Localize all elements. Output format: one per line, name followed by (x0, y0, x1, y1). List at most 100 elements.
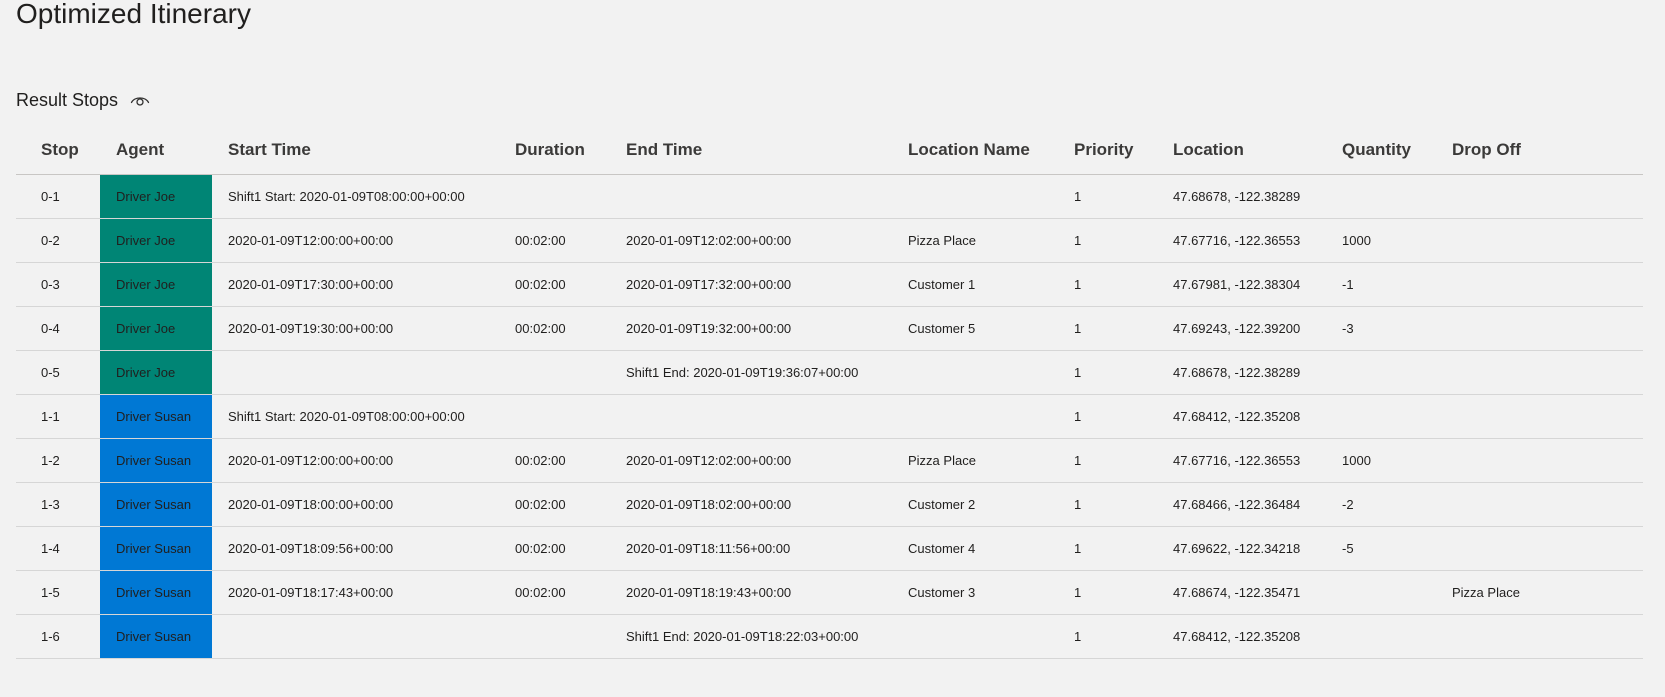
cell-duration: 00:02:00 (499, 218, 610, 263)
column-header-priority[interactable]: Priority (1058, 126, 1157, 175)
cell-drop-off (1436, 262, 1643, 307)
cell-stop: 1-4 (16, 526, 100, 571)
cell-location: 47.67716, -122.36553 (1157, 218, 1326, 263)
cell-stop: 1-5 (16, 570, 100, 615)
cell-location: 47.68412, -122.35208 (1157, 614, 1326, 659)
table-row[interactable]: 1-3 Driver Susan 2020-01-09T18:00:00+00:00… (16, 482, 1643, 527)
table-row[interactable]: 0-3 Driver Joe 2020-01-09T17:30:00+00:00 00… (16, 262, 1643, 307)
cell-priority: 1 (1058, 614, 1157, 659)
cell-quantity: -2 (1326, 482, 1436, 527)
cell-start-time: 2020-01-09T18:00:00+00:00 (212, 482, 499, 527)
cell-quantity: 1000 (1326, 218, 1436, 263)
cell-location: 47.68674, -122.35471 (1157, 570, 1326, 615)
cell-end-time: 2020-01-09T19:32:00+00:00 (610, 306, 892, 351)
cell-duration: 00:02:00 (499, 526, 610, 571)
column-header-agent[interactable]: Agent (100, 126, 212, 175)
page-title: Optimized Itinerary (16, 0, 251, 29)
column-header-quantity[interactable]: Quantity (1326, 126, 1436, 175)
table-header-row: Stop Agent Start Time Duration End Time … (16, 126, 1643, 175)
cell-location-name: Customer 5 (892, 306, 1058, 351)
cell-duration (499, 394, 610, 439)
table-row[interactable]: 0-5 Driver Joe Shift1 End: 2020-01-09T19:3… (16, 350, 1643, 395)
cell-agent: Driver Joe (100, 218, 212, 263)
cell-drop-off (1436, 526, 1643, 571)
cell-quantity (1326, 350, 1436, 395)
column-header-end-time[interactable]: End Time (610, 126, 892, 175)
cell-location-name: Customer 1 (892, 262, 1058, 307)
cell-duration (499, 174, 610, 219)
table-row[interactable]: 1-4 Driver Susan 2020-01-09T18:09:56+00:00… (16, 526, 1643, 571)
cell-agent: Driver Joe (100, 306, 212, 351)
cell-start-time: 2020-01-09T12:00:00+00:00 (212, 438, 499, 483)
cell-end-time: 2020-01-09T18:02:00+00:00 (610, 482, 892, 527)
cell-agent: Driver Susan (100, 482, 212, 527)
cell-stop: 0-4 (16, 306, 100, 351)
cell-priority: 1 (1058, 218, 1157, 263)
cell-quantity (1326, 394, 1436, 439)
column-header-stop[interactable]: Stop (16, 126, 100, 175)
cell-drop-off (1436, 350, 1643, 395)
cell-priority: 1 (1058, 526, 1157, 571)
table-row[interactable]: 1-2 Driver Susan 2020-01-09T12:00:00+00:00… (16, 438, 1643, 483)
cell-end-time: Shift1 End: 2020-01-09T19:36:07+00:00 (610, 350, 892, 395)
cell-start-time (212, 350, 499, 395)
column-header-duration[interactable]: Duration (499, 126, 610, 175)
cell-priority: 1 (1058, 350, 1157, 395)
cell-priority: 1 (1058, 174, 1157, 219)
table-row[interactable]: 1-1 Driver Susan Shift1 Start: 2020-01-09T… (16, 394, 1643, 439)
cell-agent: Driver Joe (100, 262, 212, 307)
cell-drop-off (1436, 306, 1643, 351)
table-row[interactable]: 1-5 Driver Susan 2020-01-09T18:17:43+00:00… (16, 570, 1643, 615)
result-stops-header: Result Stops (16, 88, 152, 112)
itinerary-page: Optimized Itinerary Result Stops Stop Ag… (0, 0, 1665, 697)
cell-drop-off (1436, 438, 1643, 483)
column-header-location-name[interactable]: Location Name (892, 126, 1058, 175)
cell-drop-off (1436, 218, 1643, 263)
cell-end-time: 2020-01-09T12:02:00+00:00 (610, 438, 892, 483)
cell-agent: Driver Susan (100, 438, 212, 483)
cell-location: 47.69243, -122.39200 (1157, 306, 1326, 351)
cell-duration: 00:02:00 (499, 482, 610, 527)
cell-location-name: Customer 3 (892, 570, 1058, 615)
cell-duration (499, 350, 610, 395)
cell-start-time: 2020-01-09T19:30:00+00:00 (212, 306, 499, 351)
cell-drop-off (1436, 482, 1643, 527)
cell-location-name (892, 614, 1058, 659)
cell-location: 47.67716, -122.36553 (1157, 438, 1326, 483)
cell-location: 47.67981, -122.38304 (1157, 262, 1326, 307)
cell-drop-off (1436, 394, 1643, 439)
cell-location-name (892, 174, 1058, 219)
cell-quantity (1326, 570, 1436, 615)
cell-end-time: 2020-01-09T17:32:00+00:00 (610, 262, 892, 307)
cell-end-time: Shift1 End: 2020-01-09T18:22:03+00:00 (610, 614, 892, 659)
column-header-location[interactable]: Location (1157, 126, 1326, 175)
cell-drop-off (1436, 174, 1643, 219)
table-row[interactable]: 1-6 Driver Susan Shift1 End: 2020-01-09T18… (16, 614, 1643, 659)
cell-end-time: 2020-01-09T18:19:43+00:00 (610, 570, 892, 615)
eye-icon[interactable] (128, 88, 152, 112)
column-header-start-time[interactable]: Start Time (212, 126, 499, 175)
cell-duration (499, 614, 610, 659)
cell-duration: 00:02:00 (499, 262, 610, 307)
cell-quantity: -1 (1326, 262, 1436, 307)
cell-priority: 1 (1058, 482, 1157, 527)
cell-quantity (1326, 614, 1436, 659)
cell-duration: 00:02:00 (499, 570, 610, 615)
cell-agent: Driver Susan (100, 394, 212, 439)
cell-quantity: 1000 (1326, 438, 1436, 483)
cell-location-name: Pizza Place (892, 438, 1058, 483)
cell-end-time (610, 174, 892, 219)
cell-location: 47.68466, -122.36484 (1157, 482, 1326, 527)
column-header-drop-off[interactable]: Drop Off (1436, 126, 1643, 175)
cell-end-time: 2020-01-09T12:02:00+00:00 (610, 218, 892, 263)
table-row[interactable]: 0-4 Driver Joe 2020-01-09T19:30:00+00:00 00… (16, 306, 1643, 351)
cell-start-time: Shift1 Start: 2020-01-09T08:00:00+00:00 (212, 394, 499, 439)
cell-start-time: 2020-01-09T12:00:00+00:00 (212, 218, 499, 263)
cell-stop: 1-6 (16, 614, 100, 659)
cell-stop: 0-3 (16, 262, 100, 307)
table-row[interactable]: 0-2 Driver Joe 2020-01-09T12:00:00+00:00 00… (16, 218, 1643, 263)
table-row[interactable]: 0-1 Driver Joe Shift1 Start: 2020-01-09T08… (16, 174, 1643, 219)
cell-agent: Driver Joe (100, 174, 212, 219)
cell-priority: 1 (1058, 570, 1157, 615)
cell-start-time (212, 614, 499, 659)
